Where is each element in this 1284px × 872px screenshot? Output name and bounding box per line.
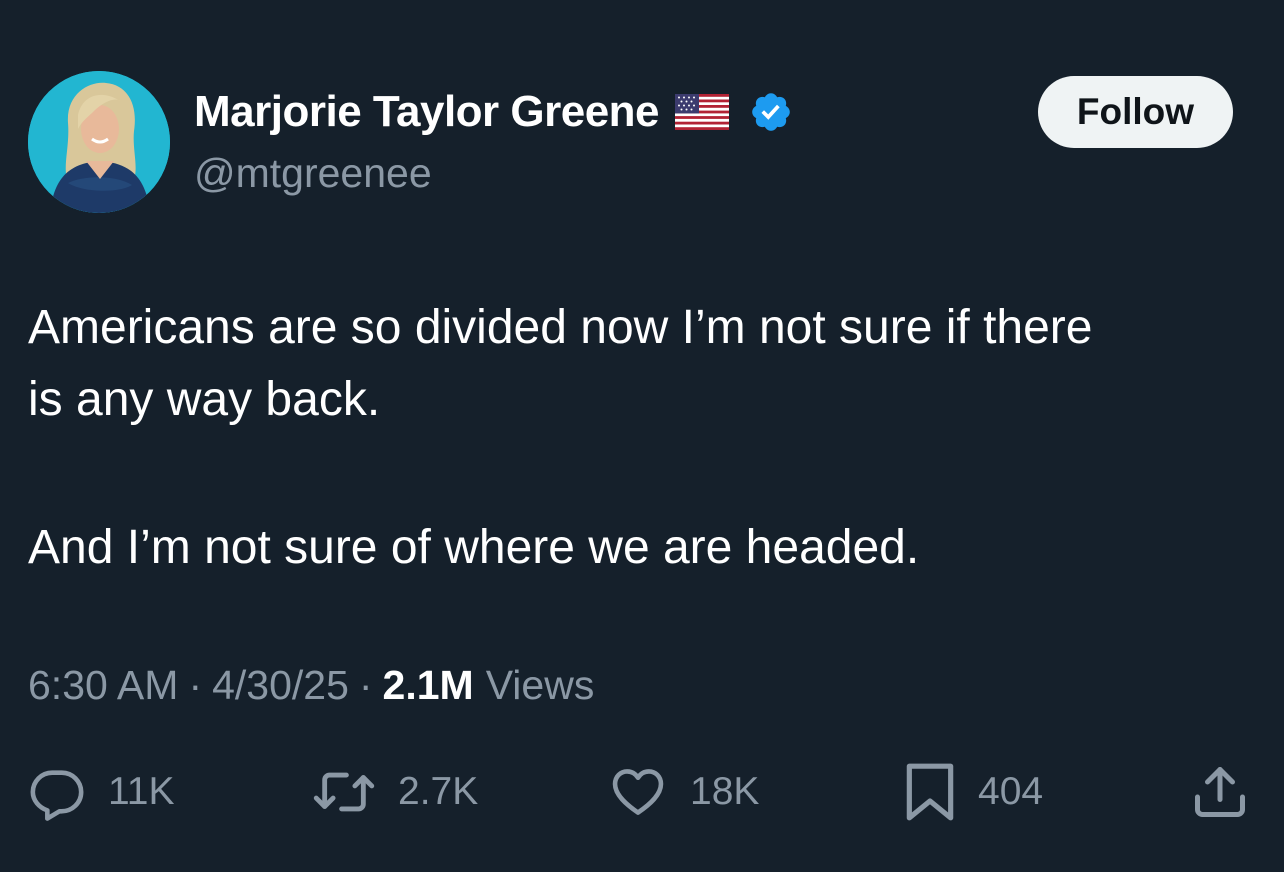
bookmark-button[interactable]: 404 <box>904 760 1043 824</box>
retweet-icon <box>312 763 376 821</box>
action-bar: 11K 2.7K 18K 404 <box>0 760 1284 824</box>
meta-separator: · <box>358 662 373 708</box>
retweet-button[interactable]: 2.7K <box>312 760 478 824</box>
reply-icon <box>28 763 86 821</box>
heart-icon <box>608 763 668 821</box>
author-name-row: Marjorie Taylor Greene <box>194 86 793 138</box>
like-button[interactable]: 18K <box>608 760 759 824</box>
tweet-text-line: is any way back. <box>28 373 381 426</box>
views-count: 2.1M <box>382 662 474 708</box>
tweet-time[interactable]: 6:30 AM <box>28 662 178 709</box>
share-icon <box>1190 762 1250 822</box>
tweet-meta: 6:30 AM · 4/30/25 · 2.1M Views <box>28 662 594 709</box>
us-flag-icon <box>675 94 730 130</box>
tweet-date[interactable]: 4/30/25 <box>212 662 349 709</box>
verified-badge-icon[interactable] <box>749 90 793 134</box>
author-display-name[interactable]: Marjorie Taylor Greene <box>194 87 660 137</box>
views-label: Views <box>485 662 595 708</box>
tweet-text-line: Americans are so divided now I’m not sur… <box>28 301 1093 354</box>
reply-button[interactable]: 11K <box>28 760 175 824</box>
share-button[interactable] <box>1190 760 1250 824</box>
author-handle[interactable]: @mtgreenee <box>194 150 432 197</box>
retweet-count: 2.7K <box>398 770 479 813</box>
tweet-card: Marjorie Taylor Greene @mtgreenee Follow… <box>0 0 1284 872</box>
avatar-image <box>28 71 170 213</box>
bookmark-icon <box>904 761 956 823</box>
like-count: 18K <box>690 770 760 813</box>
tweet-text: Americans are so divided now I’m not sur… <box>28 292 1258 584</box>
avatar[interactable] <box>28 71 170 213</box>
follow-button[interactable]: Follow <box>1038 76 1233 148</box>
tweet-text-line: And I’m not sure of where we are headed. <box>28 521 920 574</box>
reply-count: 11K <box>108 770 175 813</box>
bookmark-count: 404 <box>978 770 1044 813</box>
meta-separator: · <box>188 662 203 708</box>
